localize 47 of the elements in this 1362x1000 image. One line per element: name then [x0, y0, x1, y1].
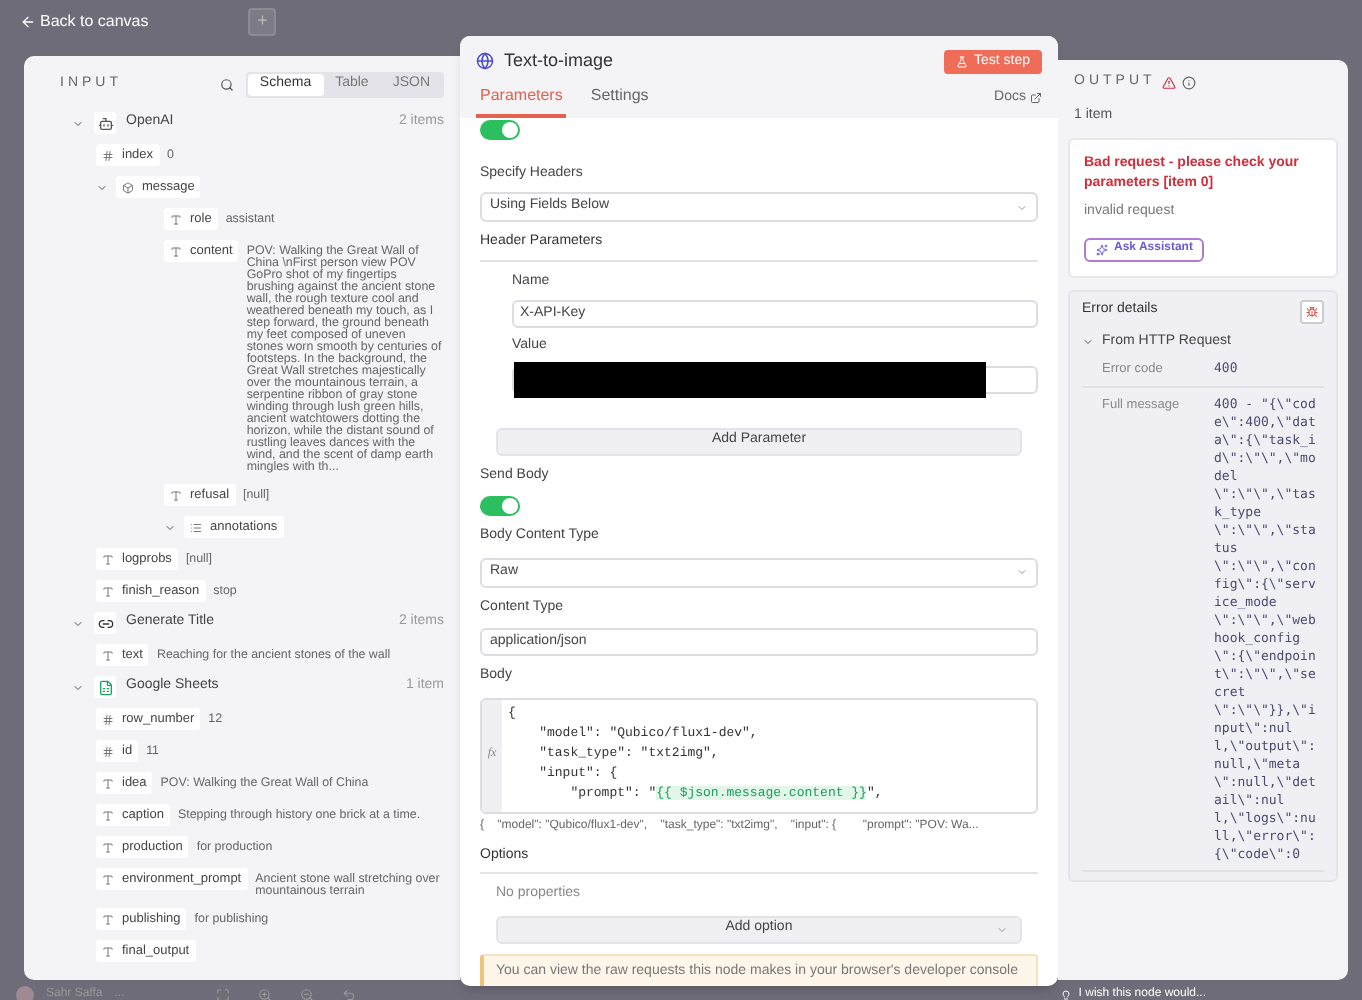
- lightbulb-icon: [1060, 989, 1073, 1000]
- list-icon: [190, 521, 202, 533]
- external-link-icon: [1030, 92, 1042, 105]
- text-type-icon: [170, 213, 182, 225]
- hash-icon: [102, 149, 114, 161]
- text-type-icon: [102, 873, 114, 885]
- sparkle-icon: [1096, 243, 1108, 255]
- chevron-icon[interactable]: [72, 617, 84, 629]
- text-type-icon: [102, 777, 114, 789]
- chevron-icon: [1016, 566, 1028, 578]
- text-type-icon: [170, 245, 182, 257]
- input-field[interactable]: [512, 365, 1038, 393]
- avatar[interactable]: [16, 986, 34, 1000]
- text-type-icon: [102, 809, 114, 821]
- fit-view-icon[interactable]: [216, 988, 231, 1000]
- warning-icon: [1161, 75, 1176, 90]
- text-type-icon: [102, 841, 114, 853]
- cube-icon: [122, 181, 134, 193]
- toggle-switch[interactable]: [480, 119, 520, 139]
- copy-button[interactable]: [1300, 299, 1324, 323]
- globe-icon: [476, 52, 494, 71]
- text-type-icon: [102, 913, 114, 925]
- text-type-icon: [102, 945, 114, 957]
- back-to-canvas-link[interactable]: Back to canvas: [20, 10, 149, 34]
- chevron-icon[interactable]: [1082, 335, 1094, 348]
- hash-icon: [102, 713, 114, 725]
- chevron-icon: [1016, 201, 1028, 213]
- search-icon[interactable]: [219, 78, 234, 92]
- chevron-icon[interactable]: [72, 117, 84, 129]
- zoom-in-icon[interactable]: [258, 988, 273, 1000]
- text-type-icon: [102, 649, 114, 661]
- arrow-left-icon: [20, 14, 36, 30]
- chevron-icon: [996, 923, 1008, 935]
- chevron-icon[interactable]: [72, 681, 84, 693]
- node-title: Text-to-image: [504, 48, 614, 74]
- text-type-icon: [102, 553, 114, 565]
- undo-icon[interactable]: [342, 988, 357, 1000]
- toggle-switch[interactable]: [480, 496, 520, 516]
- chevron-icon[interactable]: [164, 522, 176, 534]
- flask-icon: [955, 55, 968, 68]
- tab[interactable]: Settings: [586, 83, 653, 117]
- text-type-icon: [170, 489, 182, 501]
- zoom-out-icon[interactable]: [300, 988, 315, 1000]
- hash-icon: [102, 745, 114, 757]
- text-type-icon: [102, 585, 114, 597]
- chevron-icon[interactable]: [96, 182, 108, 194]
- info-icon[interactable]: [1181, 75, 1196, 90]
